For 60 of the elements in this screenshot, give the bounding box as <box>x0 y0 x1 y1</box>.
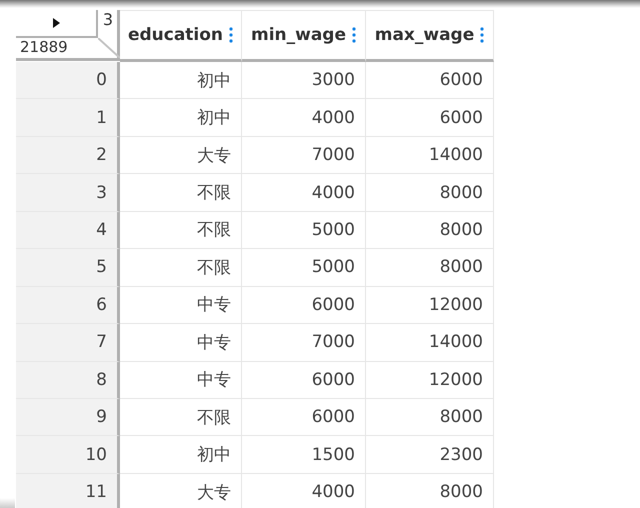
table-cell: 6000 <box>366 99 494 137</box>
column-title[interactable]: min_wage <box>250 25 346 45</box>
table-cell: 初中 <box>120 436 242 474</box>
table-cell: 8000 <box>366 474 494 508</box>
table-cell: 6000 <box>242 362 366 399</box>
row-index: 6 <box>16 286 120 324</box>
table-cell: 4000 <box>242 474 366 508</box>
row-index: 10 <box>16 436 120 474</box>
table-cell: 6000 <box>366 62 494 100</box>
play-icon <box>52 18 60 28</box>
row-index: 1 <box>16 99 120 137</box>
table-cell: 不限 <box>120 212 242 250</box>
table-cell: 4000 <box>242 174 366 212</box>
table-cell: 8000 <box>366 398 494 436</box>
more-icon[interactable] <box>480 27 484 43</box>
row-index: 3 <box>16 174 120 212</box>
row-index: 7 <box>16 324 120 362</box>
more-icon[interactable] <box>229 27 234 43</box>
expand-button[interactable] <box>16 10 98 38</box>
table-cell: 不限 <box>120 249 242 287</box>
row-index: 8 <box>16 362 120 399</box>
table-cell: 中专 <box>120 362 242 399</box>
table-cell: 中专 <box>120 324 242 362</box>
table-cell: 12000 <box>366 286 494 324</box>
row-count: 21889 <box>20 38 68 56</box>
column-title[interactable]: education <box>128 25 224 45</box>
table-cell: 6000 <box>242 398 366 436</box>
table-cell: 不限 <box>120 174 242 212</box>
table-cell: 14000 <box>366 324 494 362</box>
more-icon[interactable] <box>352 27 356 43</box>
table-cell: 不限 <box>120 398 242 436</box>
column-title[interactable]: max_wage <box>374 25 474 45</box>
table-cell: 初中 <box>120 99 242 137</box>
row-index: 2 <box>16 136 120 174</box>
table-cell: 8000 <box>366 212 494 250</box>
table-cell: 4000 <box>242 99 366 137</box>
table-cell: 12000 <box>366 362 494 399</box>
table-cell: 中专 <box>120 286 242 324</box>
table-cell: 7000 <box>242 324 366 362</box>
table-cell: 3000 <box>242 62 366 100</box>
table-cell: 5000 <box>242 249 366 287</box>
table-cell: 5000 <box>242 212 366 250</box>
table-cell: 2300 <box>366 436 494 474</box>
row-index: 5 <box>16 249 120 287</box>
row-index: 4 <box>16 212 120 250</box>
column-count: 3 <box>102 10 113 29</box>
table-cell: 8000 <box>366 249 494 287</box>
row-index: 0 <box>16 62 120 100</box>
row-index: 9 <box>16 398 120 436</box>
table-cell: 1500 <box>242 436 366 474</box>
diagonal-divider <box>98 38 120 58</box>
table-cell: 7000 <box>242 136 366 174</box>
table-cell: 大专 <box>120 136 242 174</box>
table-cell: 初中 <box>120 62 242 100</box>
table-cell: 6000 <box>242 286 366 324</box>
table-cell: 大专 <box>120 474 242 508</box>
edge-shadow <box>0 498 15 508</box>
row-index: 11 <box>16 474 120 508</box>
table-cell: 8000 <box>366 174 494 212</box>
table-cell: 14000 <box>366 136 494 174</box>
